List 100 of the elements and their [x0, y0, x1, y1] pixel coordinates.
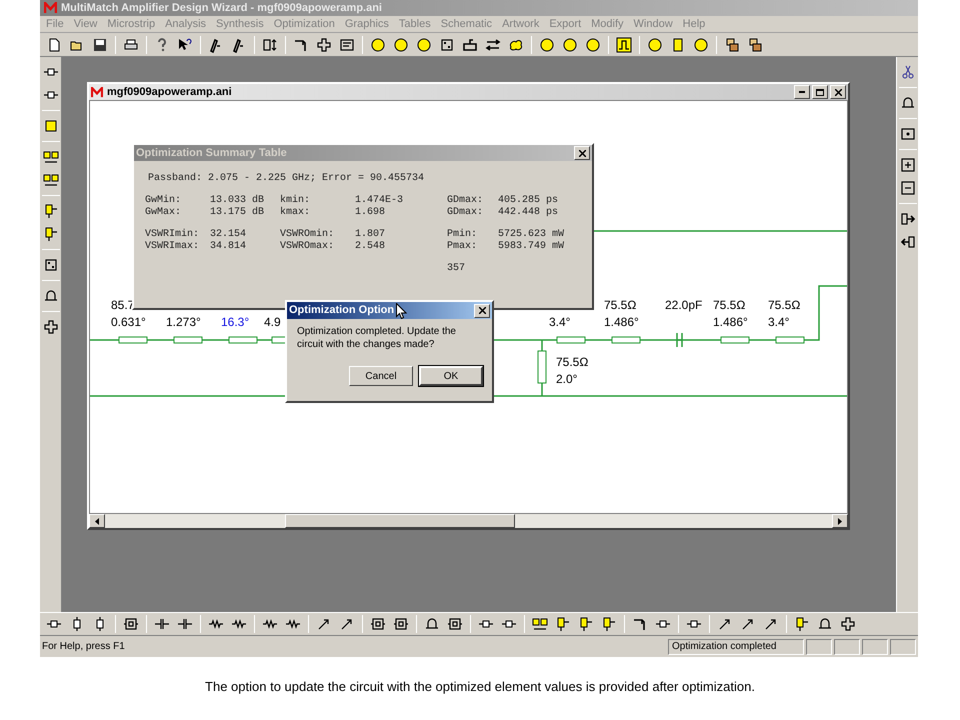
stat-value: 13.175 dB: [210, 207, 266, 219]
grid-icon[interactable]: [42, 257, 58, 273]
printer-icon[interactable]: [123, 36, 139, 52]
pulse-icon[interactable]: [616, 36, 632, 52]
menu-item[interactable]: View: [74, 16, 98, 32]
pointer-help-icon[interactable]: [177, 36, 193, 52]
stat-value: 2.548: [355, 241, 386, 253]
stat-label: Pmax:: [447, 241, 478, 253]
scroll-left-button[interactable]: [89, 514, 105, 528]
component-icon[interactable]: [370, 616, 386, 632]
component-icon[interactable]: [123, 616, 139, 632]
stat-label: VSWROmax:: [280, 241, 336, 253]
stat-value: 5725.623 mW: [498, 229, 566, 241]
probe-icon[interactable]: [632, 616, 648, 632]
node-element-icon[interactable]: [794, 616, 810, 632]
menu-item[interactable]: Graphics: [344, 16, 389, 32]
node-element-icon[interactable]: [555, 616, 571, 632]
coupled-element-icon[interactable]: [42, 172, 58, 188]
grid-icon[interactable]: [439, 36, 455, 52]
stat-value: 1.807: [355, 229, 386, 241]
cross-icon[interactable]: [316, 36, 332, 52]
square-icon[interactable]: [42, 118, 58, 134]
horizontal-scrollbar[interactable]: [89, 514, 848, 528]
zoom-in-icon[interactable]: [900, 157, 916, 173]
save-icon[interactable]: [92, 36, 108, 52]
cross-icon[interactable]: [42, 319, 58, 335]
node-element-icon[interactable]: [42, 226, 58, 242]
stat-value: 32.154: [210, 229, 248, 241]
close-icon: [578, 150, 586, 156]
capacitor-icon[interactable]: [154, 616, 170, 632]
menu-item[interactable]: Synthesis: [216, 16, 264, 32]
document-title: mgf0909apoweramp.ani: [107, 84, 232, 100]
node-element-icon[interactable]: [42, 203, 58, 219]
stat-value: 405.285 ps: [498, 195, 560, 207]
menu-item[interactable]: File: [46, 16, 64, 32]
component-stack-icon[interactable]: [724, 36, 740, 52]
close-icon: [478, 307, 486, 314]
element-angle: 4.9: [264, 315, 281, 329]
circle-icon[interactable]: [416, 36, 432, 52]
iteration-count: 357: [447, 263, 466, 274]
coupled-element-icon[interactable]: [532, 616, 548, 632]
menu-item[interactable]: Export: [549, 16, 582, 32]
dialog-button[interactable]: OK: [419, 366, 483, 386]
node-element-icon[interactable]: [578, 616, 594, 632]
menu-item[interactable]: Modify: [591, 16, 624, 32]
box-icon[interactable]: [462, 36, 478, 52]
zoom-out-icon[interactable]: [900, 180, 916, 196]
menu-item[interactable]: Microstrip: [107, 16, 156, 32]
close-button[interactable]: [830, 85, 846, 99]
port-in-icon[interactable]: [900, 211, 916, 227]
status-pane: [890, 638, 916, 654]
capacitor-icon[interactable]: [177, 616, 193, 632]
circle-icon[interactable]: [562, 36, 578, 52]
menu-item[interactable]: Tables: [398, 16, 431, 32]
dialog-button[interactable]: Cancel: [349, 366, 413, 386]
port-out-icon[interactable]: [900, 234, 916, 250]
element-value: 75.5Ω: [604, 298, 636, 312]
stat-label: VSWRImin:: [145, 229, 200, 241]
scissors-icon[interactable]: [900, 64, 916, 80]
capacitor-symbol: [676, 332, 683, 348]
stat-label: VSWROmin:: [280, 229, 336, 241]
menu-item[interactable]: Analysis: [165, 16, 206, 32]
close-button[interactable]: [474, 304, 490, 318]
scroll-right-button[interactable]: [832, 514, 848, 528]
element-angle: 1.486°: [604, 315, 639, 329]
stat-label: kmax:: [280, 207, 312, 219]
circle-icon[interactable]: [693, 36, 709, 52]
node-element-icon[interactable]: [601, 616, 617, 632]
component-icon[interactable]: [447, 616, 463, 632]
element-value: 22.0pF: [665, 298, 702, 312]
circle-icon[interactable]: [585, 36, 601, 52]
stat-label: Pmin:: [447, 229, 478, 241]
box-icon[interactable]: [900, 126, 916, 142]
menu-item[interactable]: Help: [682, 16, 706, 32]
cross-icon[interactable]: [840, 616, 856, 632]
menu-item[interactable]: Schematic: [440, 16, 492, 32]
stat-value: 34.814: [210, 241, 248, 253]
component-stack-icon[interactable]: [747, 36, 763, 52]
maximize-button[interactable]: [812, 85, 828, 99]
mouse-pointer-icon: [396, 302, 408, 318]
element-value: 75.5Ω: [768, 298, 800, 312]
text-box-icon[interactable]: [339, 36, 355, 52]
resize-icon[interactable]: [262, 36, 278, 52]
swap-arrows-icon[interactable]: [485, 36, 501, 52]
dialog-message: Optimization completed. Update the circuit with the changes made?: [296, 325, 457, 351]
close-button[interactable]: [574, 146, 590, 160]
slide-caption: The option to update the circuit with the optimized element values is provided after optimization.: [205, 678, 755, 696]
dialog-title: Optimization Summary Table: [136, 146, 287, 161]
menu-item[interactable]: Window: [634, 16, 673, 32]
component-icon[interactable]: [393, 616, 409, 632]
circle-icon[interactable]: [647, 36, 663, 52]
menu-item[interactable]: Artwork: [502, 16, 540, 32]
minimize-button[interactable]: [794, 85, 810, 99]
close-icon: [834, 88, 842, 96]
circle-icon[interactable]: [539, 36, 555, 52]
circle-icon[interactable]: [370, 36, 386, 52]
scrollbar-thumb[interactable]: [285, 514, 515, 528]
circle-icon[interactable]: [393, 36, 409, 52]
coupled-element-icon[interactable]: [42, 149, 58, 165]
menu-item[interactable]: Optimization: [274, 16, 335, 32]
